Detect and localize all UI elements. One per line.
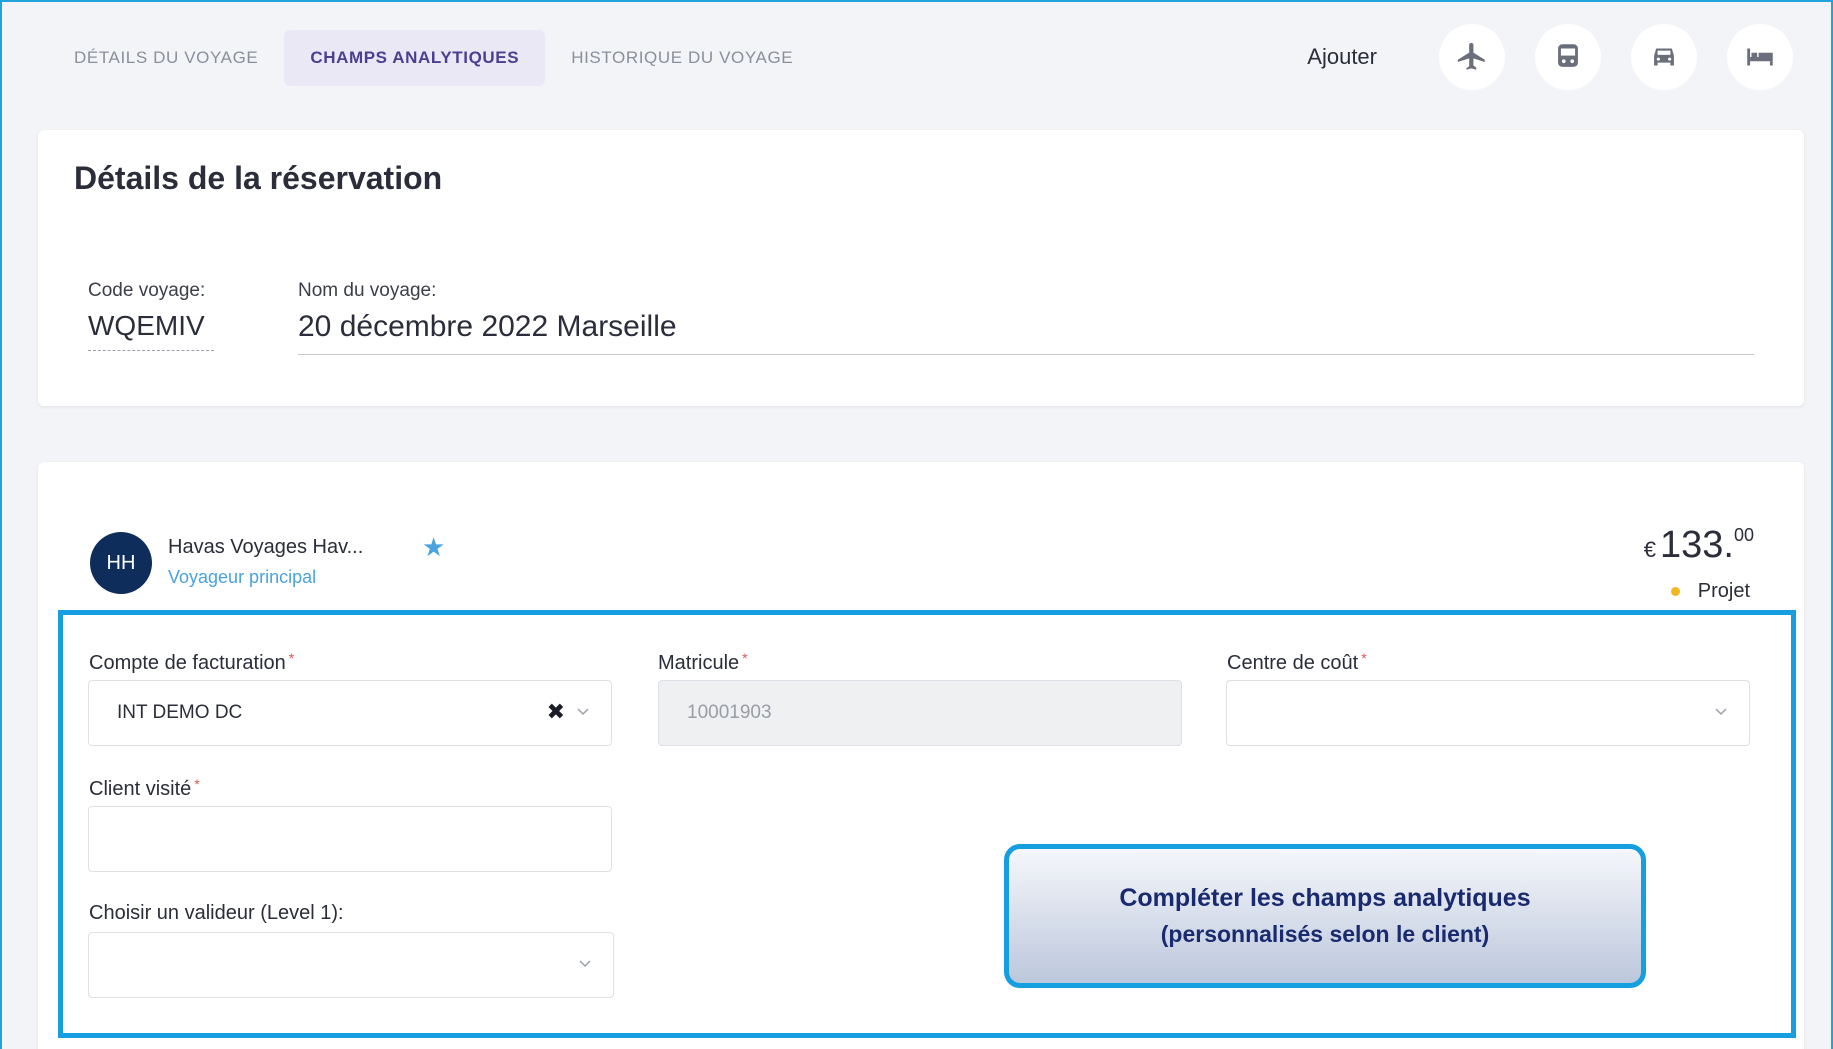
train-icon bbox=[1558, 44, 1578, 67]
car-icon bbox=[1654, 48, 1674, 66]
tab-trip-details[interactable]: DÉTAILS DU VOYAGE bbox=[48, 30, 284, 86]
add-car-button[interactable] bbox=[1631, 24, 1697, 90]
billing-account-value: INT DEMO DC bbox=[117, 702, 243, 723]
tab-bar: DÉTAILS DU VOYAGE CHAMPS ANALYTIQUES HIS… bbox=[48, 30, 819, 86]
callout-line-2: (personnalisés selon le client) bbox=[1160, 921, 1490, 947]
approver-select[interactable] bbox=[88, 932, 614, 998]
annotation-callout: Compléter les champs analytiques (person… bbox=[1004, 844, 1646, 988]
reservation-card: Détails de la réservation Code voyage: W… bbox=[38, 130, 1804, 406]
tab-trip-history[interactable]: HISTORIQUE DU VOYAGE bbox=[545, 30, 819, 86]
approver-label: Choisir un valideur (Level 1): bbox=[89, 902, 344, 924]
trip-name-input[interactable]: 20 décembre 2022 Marseille bbox=[298, 310, 1754, 355]
callout-line-1: Compléter les champs analytiques bbox=[1119, 884, 1531, 912]
plane-icon bbox=[1457, 42, 1485, 70]
add-hotel-button[interactable] bbox=[1727, 24, 1793, 90]
reservation-title: Détails de la réservation bbox=[74, 160, 443, 196]
trip-code-value: WQEMIV bbox=[88, 310, 214, 351]
visited-client-label: Client visité * bbox=[89, 776, 200, 800]
add-toolbar: Ajouter bbox=[1307, 24, 1793, 90]
chevron-down-icon bbox=[579, 960, 591, 968]
traveler-name[interactable]: Havas Voyages Hav... bbox=[168, 536, 363, 559]
matricule-field: 10001903 bbox=[658, 680, 1182, 746]
trip-code-label: Code voyage: bbox=[88, 280, 206, 301]
status-text: Projet bbox=[1697, 580, 1750, 602]
price-integer: 133. bbox=[1660, 524, 1734, 566]
cost-center-label: Centre de coût * bbox=[1227, 650, 1367, 674]
matricule-label: Matricule * bbox=[658, 650, 748, 674]
add-flight-button[interactable] bbox=[1439, 24, 1505, 90]
chevron-down-icon bbox=[1715, 708, 1727, 716]
price: €133.00 bbox=[1644, 524, 1754, 567]
price-decimals: 00 bbox=[1733, 525, 1754, 545]
status-dot bbox=[1670, 587, 1680, 596]
clear-icon[interactable]: ✖ bbox=[547, 699, 565, 725]
billing-account-label: Compte de facturation * bbox=[89, 650, 295, 674]
status-badge: Projet bbox=[1670, 580, 1750, 603]
matricule-value: 10001903 bbox=[687, 702, 772, 723]
trip-name-label: Nom du voyage: bbox=[298, 280, 437, 301]
avatar: HH bbox=[90, 532, 152, 594]
add-label: Ajouter bbox=[1307, 44, 1377, 69]
traveler-role: Voyageur principal bbox=[168, 567, 317, 587]
chevron-down-icon bbox=[577, 708, 589, 716]
billing-account-select[interactable]: INT DEMO DC ✖ bbox=[88, 680, 612, 746]
visited-client-input[interactable] bbox=[88, 806, 612, 872]
star-icon: ★ bbox=[422, 532, 446, 562]
cost-center-select[interactable] bbox=[1226, 680, 1750, 746]
hotel-bed-icon bbox=[1747, 48, 1773, 66]
add-train-button[interactable] bbox=[1535, 24, 1601, 90]
price-currency: € bbox=[1643, 537, 1656, 562]
tab-analytic-fields[interactable]: CHAMPS ANALYTIQUES bbox=[284, 30, 546, 86]
